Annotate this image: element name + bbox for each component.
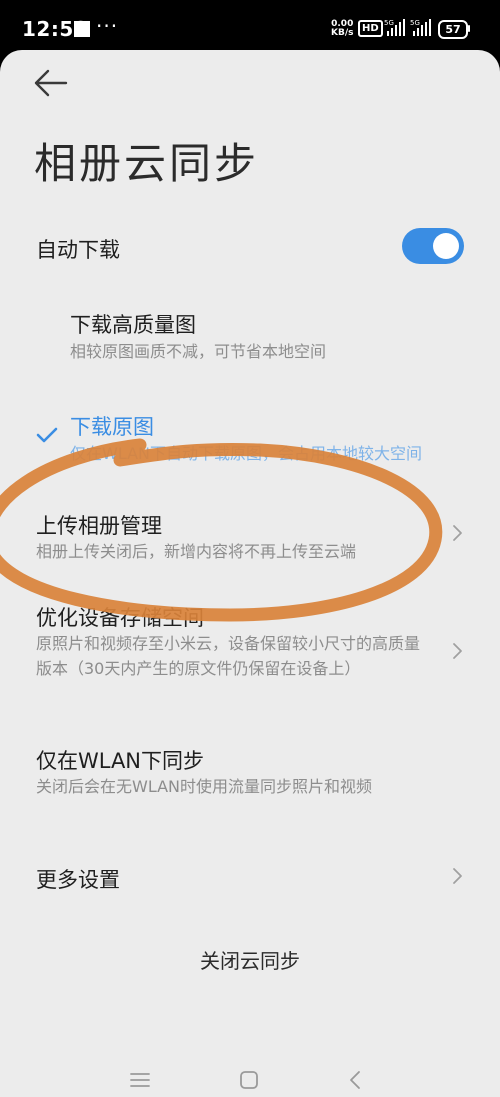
chevron-right-icon	[453, 868, 462, 884]
optimize-storage-subtitle: 原照片和视频存至小米云，设备保留较小尺寸的高质量版本（30天内产生的原文件仍保留…	[36, 634, 421, 678]
page-title: 相册云同步	[34, 139, 260, 188]
chevron-right-icon	[453, 643, 462, 659]
high-quality-title: 下载高质量图	[70, 313, 196, 337]
optimize-storage-row[interactable]: 优化设备存储空间 原照片和视频存至小米云，设备保留较小尺寸的高质量版本（30天内…	[0, 595, 500, 715]
high-quality-subtitle: 相较原图画质不减，可节省本地空间	[70, 342, 327, 361]
upload-album-manage-row[interactable]: 上传相册管理 相册上传关闭后，新增内容将不再上传至云端	[0, 500, 500, 582]
home-icon[interactable]	[237, 1068, 261, 1092]
status-bar: 12:58 ··· 0.00 KB/s HD 5G 5G 57	[0, 0, 500, 50]
auto-download-label: 自动下载	[36, 238, 120, 262]
network-speed: 0.00 KB/s	[331, 20, 353, 38]
upload-manage-title: 上传相册管理	[36, 514, 162, 538]
auto-download-toggle[interactable]	[402, 228, 464, 264]
network-speed-unit: KB/s	[331, 28, 354, 38]
wlan-only-title: 仅在WLAN下同步	[36, 749, 205, 773]
original-subtitle: 仅在WLAN下自动下载原图，会占用本地较大空间	[70, 444, 423, 463]
optimize-storage-title: 优化设备存储空间	[36, 606, 204, 630]
close-sync-button[interactable]: 关闭云同步	[0, 945, 500, 974]
arrow-left-icon[interactable]	[32, 66, 72, 100]
chevron-right-icon	[453, 525, 462, 541]
more-notifications-icon: ···	[96, 14, 119, 38]
back-icon[interactable]	[344, 1068, 368, 1092]
navigation-bar	[0, 1060, 500, 1097]
hd-badge: HD	[358, 20, 383, 37]
toggle-knob	[433, 233, 459, 259]
more-settings-title: 更多设置	[36, 868, 120, 892]
notification-square-icon	[74, 21, 90, 37]
signal-5g-icon: 5G	[384, 19, 405, 36]
battery-tip	[468, 25, 470, 32]
download-original-option[interactable]: 下载原图 仅在WLAN下自动下载原图，会占用本地较大空间	[0, 402, 500, 482]
wlan-only-subtitle: 关闭后会在无WLAN时使用流量同步照片和视频	[36, 777, 373, 796]
signal-5g-icon-2: 5G	[410, 19, 431, 36]
signal-5g-label: 5G	[384, 19, 394, 27]
more-settings-row[interactable]: 更多设置	[0, 850, 500, 906]
menu-icon[interactable]	[128, 1068, 152, 1092]
upload-manage-subtitle: 相册上传关闭后，新增内容将不再上传至云端	[36, 542, 357, 561]
wlan-only-sync-row[interactable]: 仅在WLAN下同步 关闭后会在无WLAN时使用流量同步照片和视频	[0, 740, 500, 830]
settings-sheet: 相册云同步 自动下载 下载高质量图 相较原图画质不减，可节省本地空间 下载原图 …	[0, 50, 500, 1097]
battery-icon: 57	[438, 20, 468, 39]
signal-5g-label-2: 5G	[410, 19, 420, 27]
download-high-quality-option[interactable]: 下载高质量图 相较原图画质不减，可节省本地空间	[0, 300, 500, 380]
original-title: 下载原图	[70, 415, 154, 439]
